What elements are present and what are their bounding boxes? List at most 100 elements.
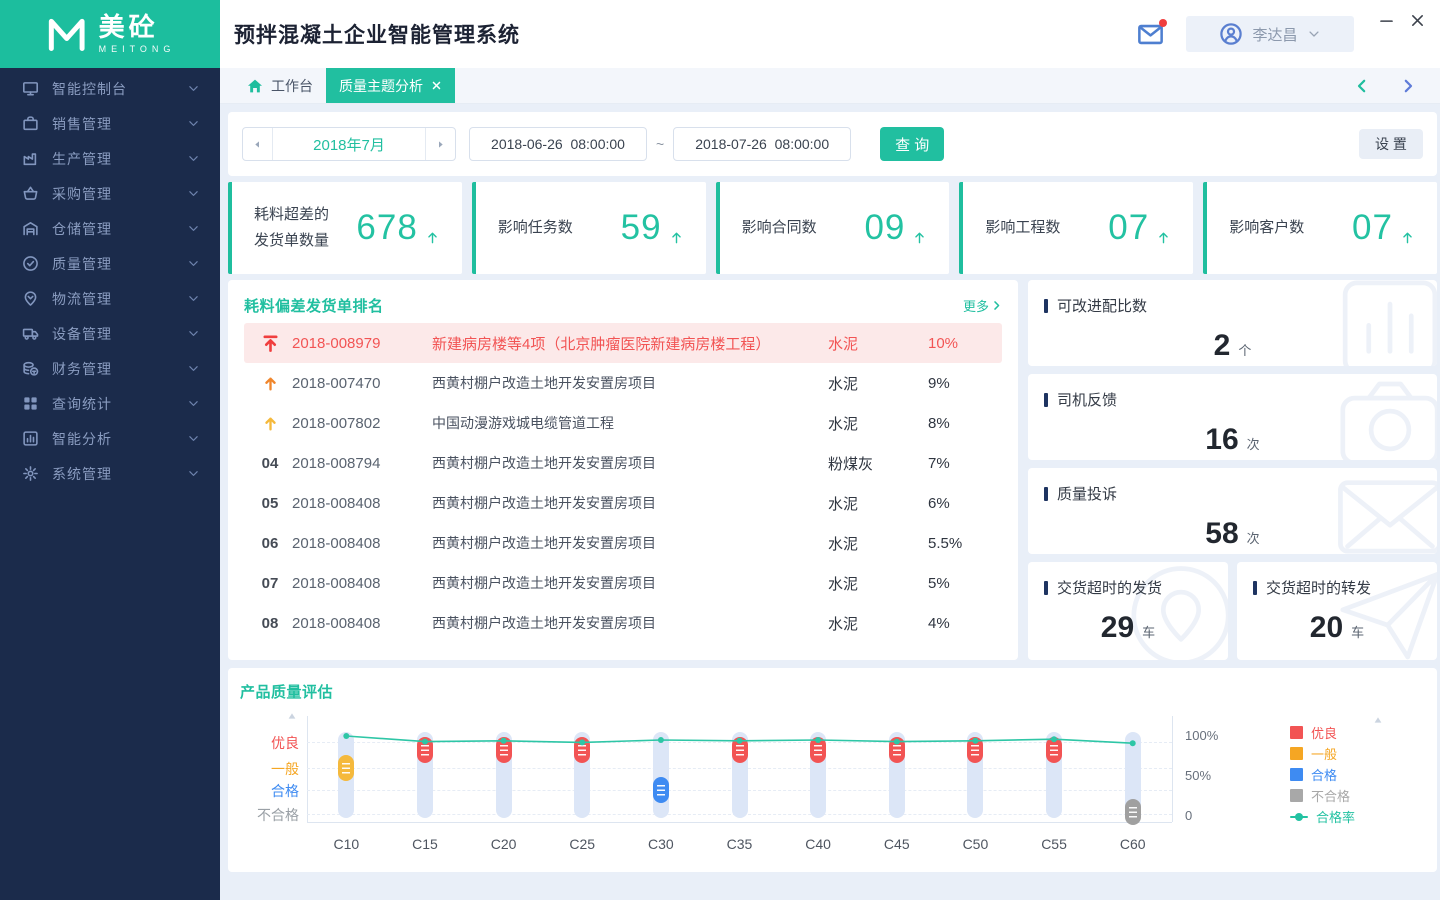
info-card-unit: 个 <box>1238 340 1251 359</box>
sidebar-item-statistics[interactable]: 查询统计 <box>0 386 220 421</box>
ranking-row[interactable]: 2018-007470西黄村棚户改造土地开发安置房项目水泥9% <box>244 363 1002 403</box>
date-to-input[interactable] <box>673 127 851 161</box>
chevron-down-icon <box>187 467 200 480</box>
y-axis-label: 优良 <box>241 733 299 753</box>
x-axis-label: C35 <box>727 836 753 852</box>
info-cards-column: 可改进配比数2个司机反馈16次质量投诉58次交货超时的发货29车交货超时的转发2… <box>1028 280 1437 660</box>
minimize-button[interactable] <box>1378 12 1395 29</box>
info-card-label: 司机反馈 <box>1057 389 1117 410</box>
date-from-input[interactable] <box>469 127 647 161</box>
info-card-header: 交货超时的转发 <box>1253 577 1421 598</box>
legend-label: 一般 <box>1311 744 1337 763</box>
settings-button[interactable]: 设 置 <box>1359 129 1423 159</box>
user-menu[interactable]: 李达昌 <box>1186 16 1354 52</box>
rank-number: 08 <box>262 615 279 632</box>
grade-pill-C40 <box>810 737 826 763</box>
stat-card-over-delta-orders: 耗料超差的发货单数量678 <box>228 182 462 274</box>
mail-button[interactable] <box>1137 21 1164 48</box>
tab-bar: 工作台质量主题分析 <box>220 68 1440 104</box>
quality-chart: 优良一般合格不合格C10C15C20C25C30C35C40C45C50C55C… <box>240 710 1425 868</box>
more-link[interactable]: 更多 <box>963 296 1002 315</box>
info-card-header: 交货超时的发货 <box>1044 577 1212 598</box>
rank-marker: 05 <box>248 495 292 512</box>
logo-subtitle: MEITONG <box>99 44 176 54</box>
legend-item-一般[interactable]: 一般 <box>1290 747 1355 760</box>
info-cards-half-row: 交货超时的发货29车 交货超时的转发 20车 <box>1028 562 1437 660</box>
deviation-percent: 10% <box>928 335 988 352</box>
logo-name: 美砼 <box>99 14 176 40</box>
legend-item-合格率[interactable]: 合格率 <box>1290 810 1355 823</box>
chevron-right-icon <box>991 300 1002 311</box>
sidebar-item-equipment[interactable]: 设备管理 <box>0 316 220 351</box>
ranking-header: 耗料偏差发货单排名 更多 <box>244 294 1002 316</box>
month-prev-button[interactable] <box>243 128 273 160</box>
right-axis-tick: 50% <box>1185 768 1211 783</box>
info-card-label: 交货超时的发货 <box>1057 577 1162 598</box>
ranking-row[interactable]: 2018-008979新建病房楼等4项（北京肿瘤医院新建病房楼工程）水泥10% <box>244 323 1002 363</box>
sidebar-item-logistics[interactable]: 物流管理 <box>0 281 220 316</box>
ranking-row[interactable]: 072018-008408西黄村棚户改造土地开发安置房项目水泥5% <box>244 563 1002 603</box>
x-axis-label: C10 <box>333 836 359 852</box>
close-button[interactable] <box>1409 12 1426 29</box>
grade-pill-stripes <box>1050 745 1058 756</box>
sidebar-item-finance[interactable]: 财务管理 <box>0 351 220 386</box>
info-card-label: 质量投诉 <box>1057 483 1117 504</box>
grade-pill-stripes <box>500 745 508 756</box>
tab-scroll-right-icon[interactable] <box>1400 78 1416 94</box>
ranking-row[interactable]: 082018-008408西黄村棚户改造土地开发安置房项目水泥4% <box>244 603 1002 643</box>
grade-pill-stripes <box>814 745 822 756</box>
stat-card-value: 07 <box>1108 208 1149 248</box>
order-number: 2018-008408 <box>292 535 432 552</box>
material-name: 水泥 <box>828 573 928 594</box>
arrow-up-icon <box>912 230 927 245</box>
query-button[interactable]: 查 询 <box>880 127 944 161</box>
legend-item-合格[interactable]: 合格 <box>1290 768 1355 781</box>
deviation-percent: 5% <box>928 575 988 592</box>
x-axis-label: C45 <box>884 836 910 852</box>
x-axis-label: C25 <box>569 836 595 852</box>
project-name: 中国动漫游戏城电缆管道工程 <box>432 413 828 433</box>
stat-card-value: 678 <box>356 208 417 248</box>
grade-pill-C55 <box>1046 737 1062 763</box>
arrow-up-icon <box>425 230 440 245</box>
deviation-percent: 9% <box>928 375 988 392</box>
info-card-overtime-deliveries: 交货超时的发货29车 <box>1028 562 1228 660</box>
sidebar-item-analysis[interactable]: 智能分析 <box>0 421 220 456</box>
rank-marker <box>248 375 292 392</box>
info-card-value-row: 58次 <box>1044 517 1421 551</box>
x-axis-label: C40 <box>805 836 831 852</box>
ranking-row[interactable]: 052018-008408西黄村棚户改造土地开发安置房项目水泥6% <box>244 483 1002 523</box>
sidebar-item-quality[interactable]: 质量管理 <box>0 246 220 281</box>
sidebar: 美砼 MEITONG 智能控制台销售管理生产管理采购管理仓储管理质量管理物流管理… <box>0 0 220 900</box>
ranking-row[interactable]: 042018-008794西黄村棚户改造土地开发安置房项目粉煤灰7% <box>244 443 1002 483</box>
ranking-row[interactable]: 2018-007802中国动漫游戏城电缆管道工程水泥8% <box>244 403 1002 443</box>
sidebar-item-purchase[interactable]: 采购管理 <box>0 176 220 211</box>
logo-text: 美砼 MEITONG <box>99 14 176 54</box>
basket-icon <box>22 185 39 202</box>
tab-quality-analysis[interactable]: 质量主题分析 <box>326 68 455 103</box>
project-name: 新建病房楼等4项（北京肿瘤医院新建病房楼工程） <box>432 333 828 354</box>
legend-square-icon <box>1290 789 1303 802</box>
sidebar-item-label: 仓储管理 <box>52 219 187 239</box>
stat-card-label: 耗料超差的发货单数量 <box>254 202 356 255</box>
legend-item-优良[interactable]: 优良 <box>1290 726 1355 739</box>
y-axis-scroll-up-icon <box>286 710 298 722</box>
grade-pill-stripes <box>971 745 979 756</box>
sidebar-item-console[interactable]: 智能控制台 <box>0 71 220 106</box>
month-next-button[interactable] <box>425 128 455 160</box>
arrow-up-icon <box>262 415 279 432</box>
ranking-row[interactable]: 062018-008408西黄村棚户改造土地开发安置房项目水泥5.5% <box>244 523 1002 563</box>
tab-scroll-left-icon[interactable] <box>1354 78 1370 94</box>
legend-item-不合格[interactable]: 不合格 <box>1290 789 1355 802</box>
date-range-tilde: ~ <box>656 136 664 152</box>
info-card-value-row: 20车 <box>1253 611 1421 645</box>
sidebar-item-system[interactable]: 系统管理 <box>0 456 220 491</box>
sidebar-item-warehouse[interactable]: 仓储管理 <box>0 211 220 246</box>
material-name: 水泥 <box>828 413 928 434</box>
sidebar-item-sales[interactable]: 销售管理 <box>0 106 220 141</box>
project-name: 西黄村棚户改造土地开发安置房项目 <box>432 613 828 633</box>
quality-chart-panel: 产品质量评估 优良一般合格不合格C10C15C20C25C30C35C40C45… <box>228 668 1437 872</box>
sidebar-item-production[interactable]: 生产管理 <box>0 141 220 176</box>
tab-workbench[interactable]: 工作台 <box>234 68 326 103</box>
info-card-header: 质量投诉 <box>1044 483 1421 504</box>
